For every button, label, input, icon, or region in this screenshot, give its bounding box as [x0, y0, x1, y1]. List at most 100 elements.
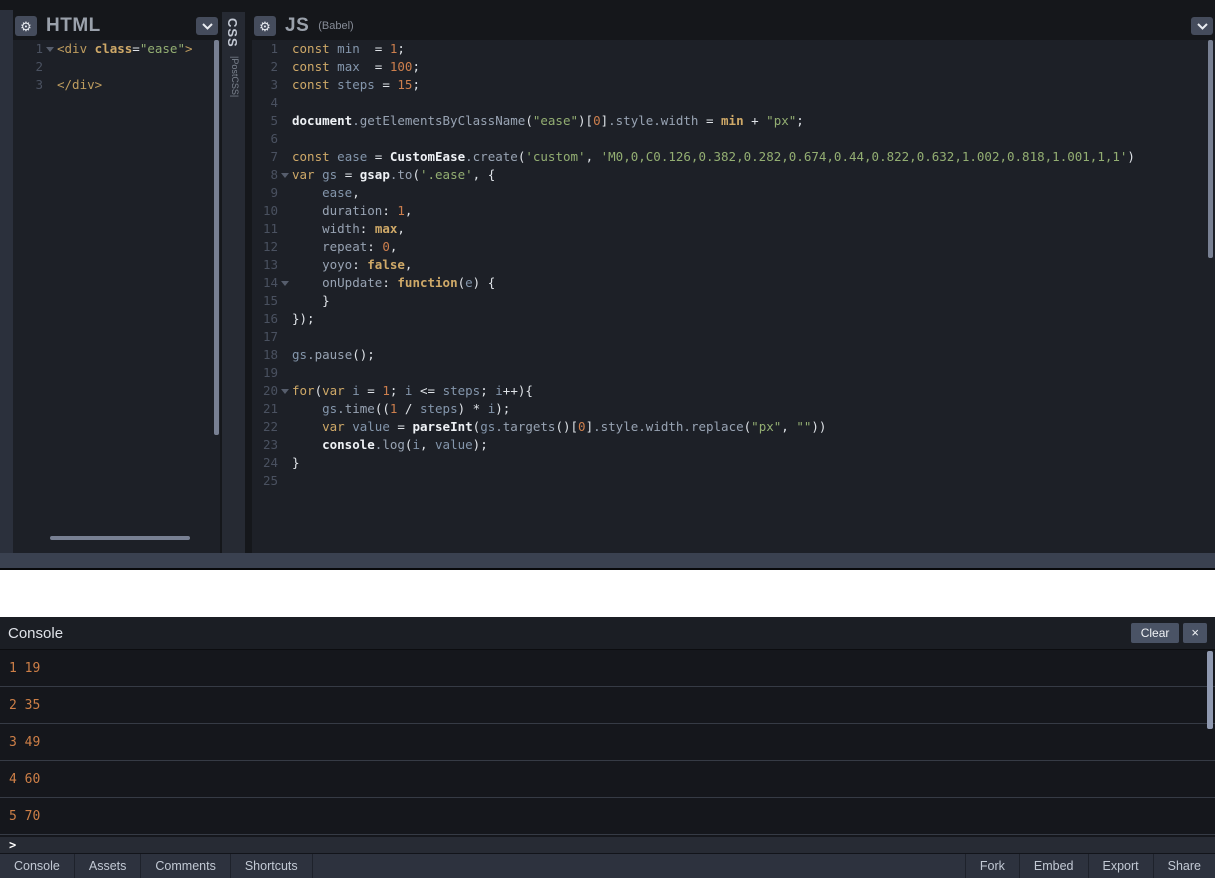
fold-gutter	[278, 436, 290, 454]
fold-gutter	[278, 112, 290, 130]
code-line[interactable]: 12 repeat: 0,	[252, 238, 1215, 256]
footer-tab-assets[interactable]: Assets	[75, 854, 142, 878]
footer-tab-shortcuts[interactable]: Shortcuts	[231, 854, 313, 878]
console-clear-button[interactable]: Clear	[1130, 623, 1180, 643]
footer-tab-fork[interactable]: Fork	[964, 854, 1019, 878]
code-text: ease,	[322, 185, 360, 200]
line-number: 8	[270, 167, 278, 182]
html-panel-title: HTML	[46, 15, 101, 36]
footer-tab-export[interactable]: Export	[1087, 854, 1153, 878]
code-line[interactable]: 4	[252, 94, 1215, 112]
fold-gutter	[278, 310, 290, 328]
fold-gutter	[278, 346, 290, 364]
code-line[interactable]: 1 const min = 1;	[252, 40, 1215, 58]
js-code-editor[interactable]: 1 const min = 1; 2 const max = 100; 3 const s…	[252, 40, 1215, 553]
code-text: yoyo: false,	[322, 257, 413, 272]
fold-marker-icon[interactable]	[278, 166, 290, 184]
line-number: 14	[262, 275, 278, 290]
line-number: 11	[262, 221, 278, 236]
code-line[interactable]: 16});	[252, 310, 1215, 328]
code-text: for(var i = 1; i <= steps; i++){	[292, 383, 533, 398]
code-text: var value = parseInt(gs.targets()[0].sty…	[322, 419, 827, 434]
footer-tab-console[interactable]: Console	[0, 854, 75, 878]
html-panel: ⚙ HTML 1 <div class="ease"> 2 3 </div>	[13, 12, 220, 553]
fold-gutter	[278, 130, 290, 148]
css-panel-vertical-label: CSS |PostCSS|	[222, 12, 240, 97]
fold-marker-icon[interactable]	[278, 274, 290, 292]
console-log-entry: 3 49	[0, 724, 1215, 761]
line-number: 4	[270, 95, 278, 110]
code-line[interactable]: 13 yoyo: false,	[252, 256, 1215, 274]
code-line[interactable]: 22 var value = parseInt(gs.targets()[0].…	[252, 418, 1215, 436]
code-line[interactable]: 14 onUpdate: function(e) {	[252, 274, 1215, 292]
html-collapse-button[interactable]	[196, 17, 218, 35]
fold-gutter	[278, 472, 290, 490]
code-line[interactable]: 3 </div>	[13, 76, 220, 94]
code-line[interactable]: 17	[252, 328, 1215, 346]
fold-gutter	[278, 364, 290, 382]
line-number: 9	[270, 185, 278, 200]
code-line[interactable]: 2	[13, 58, 220, 76]
code-line[interactable]: 7 const ease = CustomEase.create('custom'…	[252, 148, 1215, 166]
codepen-editor-page: ⚙ HTML 1 <div class="ease"> 2 3 </div> CSS |…	[0, 0, 1215, 878]
code-line[interactable]: 19	[252, 364, 1215, 382]
console-log-list: 1 19 2 35 3 49 4 60 5 70	[0, 650, 1215, 837]
html-settings-gear-button[interactable]: ⚙	[15, 16, 37, 36]
js-settings-gear-button[interactable]: ⚙	[254, 16, 276, 36]
fold-gutter	[278, 328, 290, 346]
fold-gutter	[278, 202, 290, 220]
console-log-entry: 4 60	[0, 761, 1215, 798]
html-editor-vertical-scrollbar[interactable]	[214, 40, 219, 435]
js-editor-vertical-scrollbar[interactable]	[1208, 40, 1213, 258]
footer-tab-embed[interactable]: Embed	[1018, 854, 1088, 878]
code-text: var gs = gsap.to('.ease', {	[292, 167, 496, 182]
html-editor-horizontal-scrollbar[interactable]	[50, 536, 190, 540]
code-line[interactable]: 23 console.log(i, value);	[252, 436, 1215, 454]
line-number: 12	[262, 239, 278, 254]
close-icon: ×	[1191, 625, 1199, 640]
gear-icon: ⚙	[20, 18, 32, 34]
code-line[interactable]: 3 const steps = 15;	[252, 76, 1215, 94]
code-line[interactable]: 1 <div class="ease">	[13, 40, 220, 58]
fold-marker-icon[interactable]	[278, 382, 290, 400]
html-code-editor[interactable]: 1 <div class="ease"> 2 3 </div>	[13, 40, 220, 553]
console-scrollbar[interactable]	[1207, 651, 1213, 729]
code-line[interactable]: 8 var gs = gsap.to('.ease', {	[252, 166, 1215, 184]
code-line[interactable]: 10 duration: 1,	[252, 202, 1215, 220]
code-line[interactable]: 9 ease,	[252, 184, 1215, 202]
code-line[interactable]: 2 const max = 100;	[252, 58, 1215, 76]
console-command-input[interactable]: >	[0, 837, 1215, 853]
editors-resize-gutter[interactable]	[0, 553, 1215, 568]
code-line[interactable]: 11 width: max,	[252, 220, 1215, 238]
code-line[interactable]: 20 for(var i = 1; i <= steps; i++){	[252, 382, 1215, 400]
code-line[interactable]: 25	[252, 472, 1215, 490]
line-number: 18	[262, 347, 278, 362]
gear-icon: ⚙	[259, 18, 271, 34]
fold-marker-icon[interactable]	[43, 40, 55, 58]
code-line[interactable]: 5 document.getElementsByClassName("ease")…	[252, 112, 1215, 130]
line-number: 6	[270, 131, 278, 146]
fold-gutter	[278, 292, 290, 310]
code-line[interactable]: 21 gs.time((1 / steps) * i);	[252, 400, 1215, 418]
code-line[interactable]: 24}	[252, 454, 1215, 472]
code-line[interactable]: 18 gs.pause();	[252, 346, 1215, 364]
code-line[interactable]: 15 }	[252, 292, 1215, 310]
line-number: 23	[262, 437, 278, 452]
js-collapse-button[interactable]	[1191, 17, 1213, 35]
fold-gutter	[278, 94, 290, 112]
left-edge-strip	[0, 10, 13, 553]
result-preview-pane[interactable]	[0, 570, 1215, 617]
code-text: });	[292, 311, 315, 326]
css-panel-collapsed[interactable]: CSS |PostCSS|	[222, 12, 245, 553]
code-line[interactable]: 6	[252, 130, 1215, 148]
code-text: duration: 1,	[322, 203, 413, 218]
line-number: 10	[262, 203, 278, 218]
code-text: const steps = 15;	[292, 77, 420, 92]
line-number: 22	[262, 419, 278, 434]
footer-tab-share[interactable]: Share	[1152, 854, 1215, 878]
console-log-entry: 1 19	[0, 650, 1215, 687]
footer-tab-comments[interactable]: Comments	[141, 854, 231, 878]
console-close-button[interactable]: ×	[1183, 623, 1207, 643]
